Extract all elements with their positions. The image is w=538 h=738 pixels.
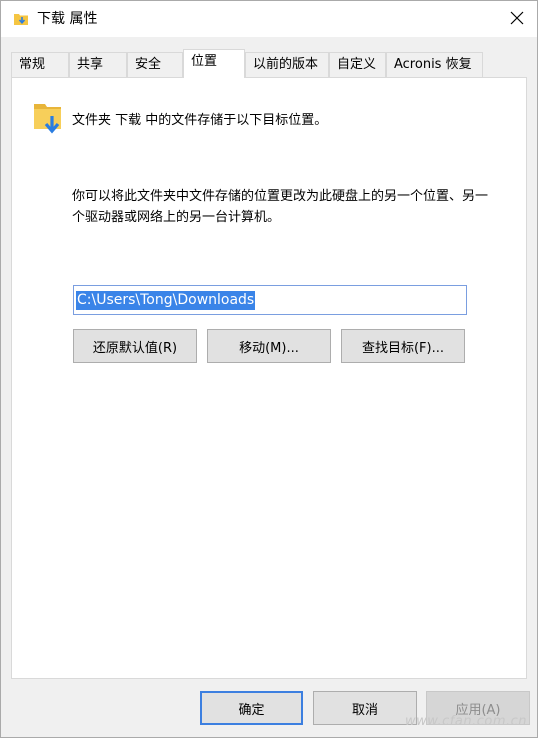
tab-customize[interactable]: 自定义 (329, 52, 386, 77)
downloads-folder-icon (14, 14, 28, 25)
close-icon (510, 11, 524, 25)
folder-path-input[interactable]: C:\Users\Tong\Downloads (73, 285, 467, 315)
find-target-button[interactable]: 查找目标(F)... (341, 329, 465, 363)
move-button[interactable]: 移动(M)... (207, 329, 331, 363)
location-description: 你可以将此文件夹中文件存储的位置更改为此硬盘上的另一个位置、另一个驱动器或网络上… (72, 189, 489, 225)
tab-acronis-recovery[interactable]: Acronis 恢复 (386, 52, 483, 77)
tab-sharing[interactable]: 共享 (69, 52, 127, 77)
cancel-button[interactable]: 取消 (313, 691, 417, 725)
ok-button[interactable]: 确定 (200, 691, 303, 725)
folder-location-caption: 文件夹 下载 中的文件存储于以下目标位置。 (72, 113, 328, 128)
tab-security[interactable]: 安全 (127, 52, 183, 77)
restore-default-button[interactable]: 还原默认值(R) (73, 329, 197, 363)
properties-dialog: 下载 属性 常规 共享 安全 位置 以前的版本 自定义 Acronis 恢复 文… (0, 0, 538, 738)
tab-strip: 常规 共享 安全 位置 以前的版本 自定义 Acronis 恢复 (11, 49, 527, 78)
folder-path-value: C:\Users\Tong\Downloads (76, 290, 256, 310)
close-button[interactable] (501, 3, 533, 33)
watermark: www.cfan.com.cn (404, 714, 527, 729)
title-bar: 下载 属性 (1, 1, 537, 37)
downloads-folder-icon (34, 104, 61, 134)
tab-location[interactable]: 位置 (183, 49, 245, 78)
location-tab-panel: 文件夹 下载 中的文件存储于以下目标位置。 你可以将此文件夹中文件存储的位置更改… (11, 77, 527, 679)
tab-general[interactable]: 常规 (11, 52, 69, 77)
tab-previous-versions[interactable]: 以前的版本 (245, 52, 329, 77)
window-title: 下载 属性 (37, 11, 98, 27)
